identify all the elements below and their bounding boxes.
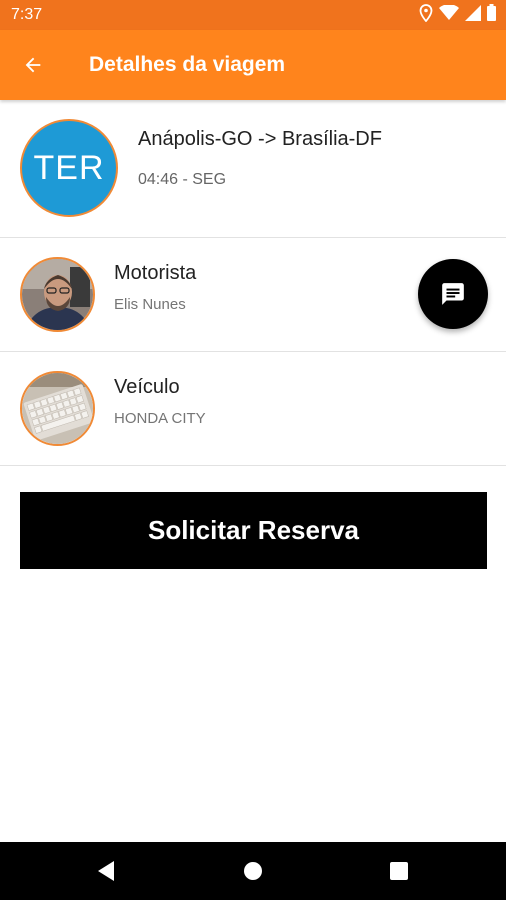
chat-button[interactable] xyxy=(418,259,488,329)
vehicle-row[interactable]: Veículo HONDA CITY xyxy=(0,352,506,466)
driver-name: Elis Nunes xyxy=(114,296,186,313)
nav-recents-button[interactable] xyxy=(387,859,411,883)
trip-avatar: TER xyxy=(20,119,118,217)
back-button[interactable] xyxy=(18,50,48,80)
trip-time: 04:46 - SEG xyxy=(138,171,227,188)
signal-icon xyxy=(465,4,481,26)
vehicle-model: HONDA CITY xyxy=(114,410,206,427)
request-reservation-button[interactable]: Solicitar Reserva xyxy=(20,492,487,569)
page-title: Detalhes da viagem xyxy=(89,53,286,76)
driver-label: Motorista xyxy=(114,262,197,284)
recents-square-icon xyxy=(390,862,408,880)
request-reservation-label: Solicitar Reserva xyxy=(147,515,359,545)
status-bar: 7:37 xyxy=(0,0,506,30)
vehicle-avatar xyxy=(20,371,95,446)
trip-summary: TER Anápolis-GO -> Brasília-DF 04:46 - S… xyxy=(0,100,506,238)
trip-route: Anápolis-GO -> Brasília-DF xyxy=(138,128,382,150)
status-time: 7:37 xyxy=(11,6,43,23)
chat-icon xyxy=(442,283,464,305)
home-circle-icon xyxy=(244,862,262,880)
system-nav-bar xyxy=(0,842,506,900)
location-icon xyxy=(419,3,433,27)
trip-avatar-text: TER xyxy=(33,148,105,187)
back-triangle-icon xyxy=(98,861,114,881)
nav-home-button[interactable] xyxy=(241,859,265,883)
status-icons xyxy=(419,3,496,27)
arrow-back-icon xyxy=(25,57,41,73)
nav-back-button[interactable] xyxy=(94,859,118,883)
app-bar: Detalhes da viagem xyxy=(0,30,506,100)
driver-avatar xyxy=(20,257,95,332)
battery-icon xyxy=(487,4,496,26)
wifi-icon xyxy=(439,3,459,26)
vehicle-label: Veículo xyxy=(114,376,180,398)
